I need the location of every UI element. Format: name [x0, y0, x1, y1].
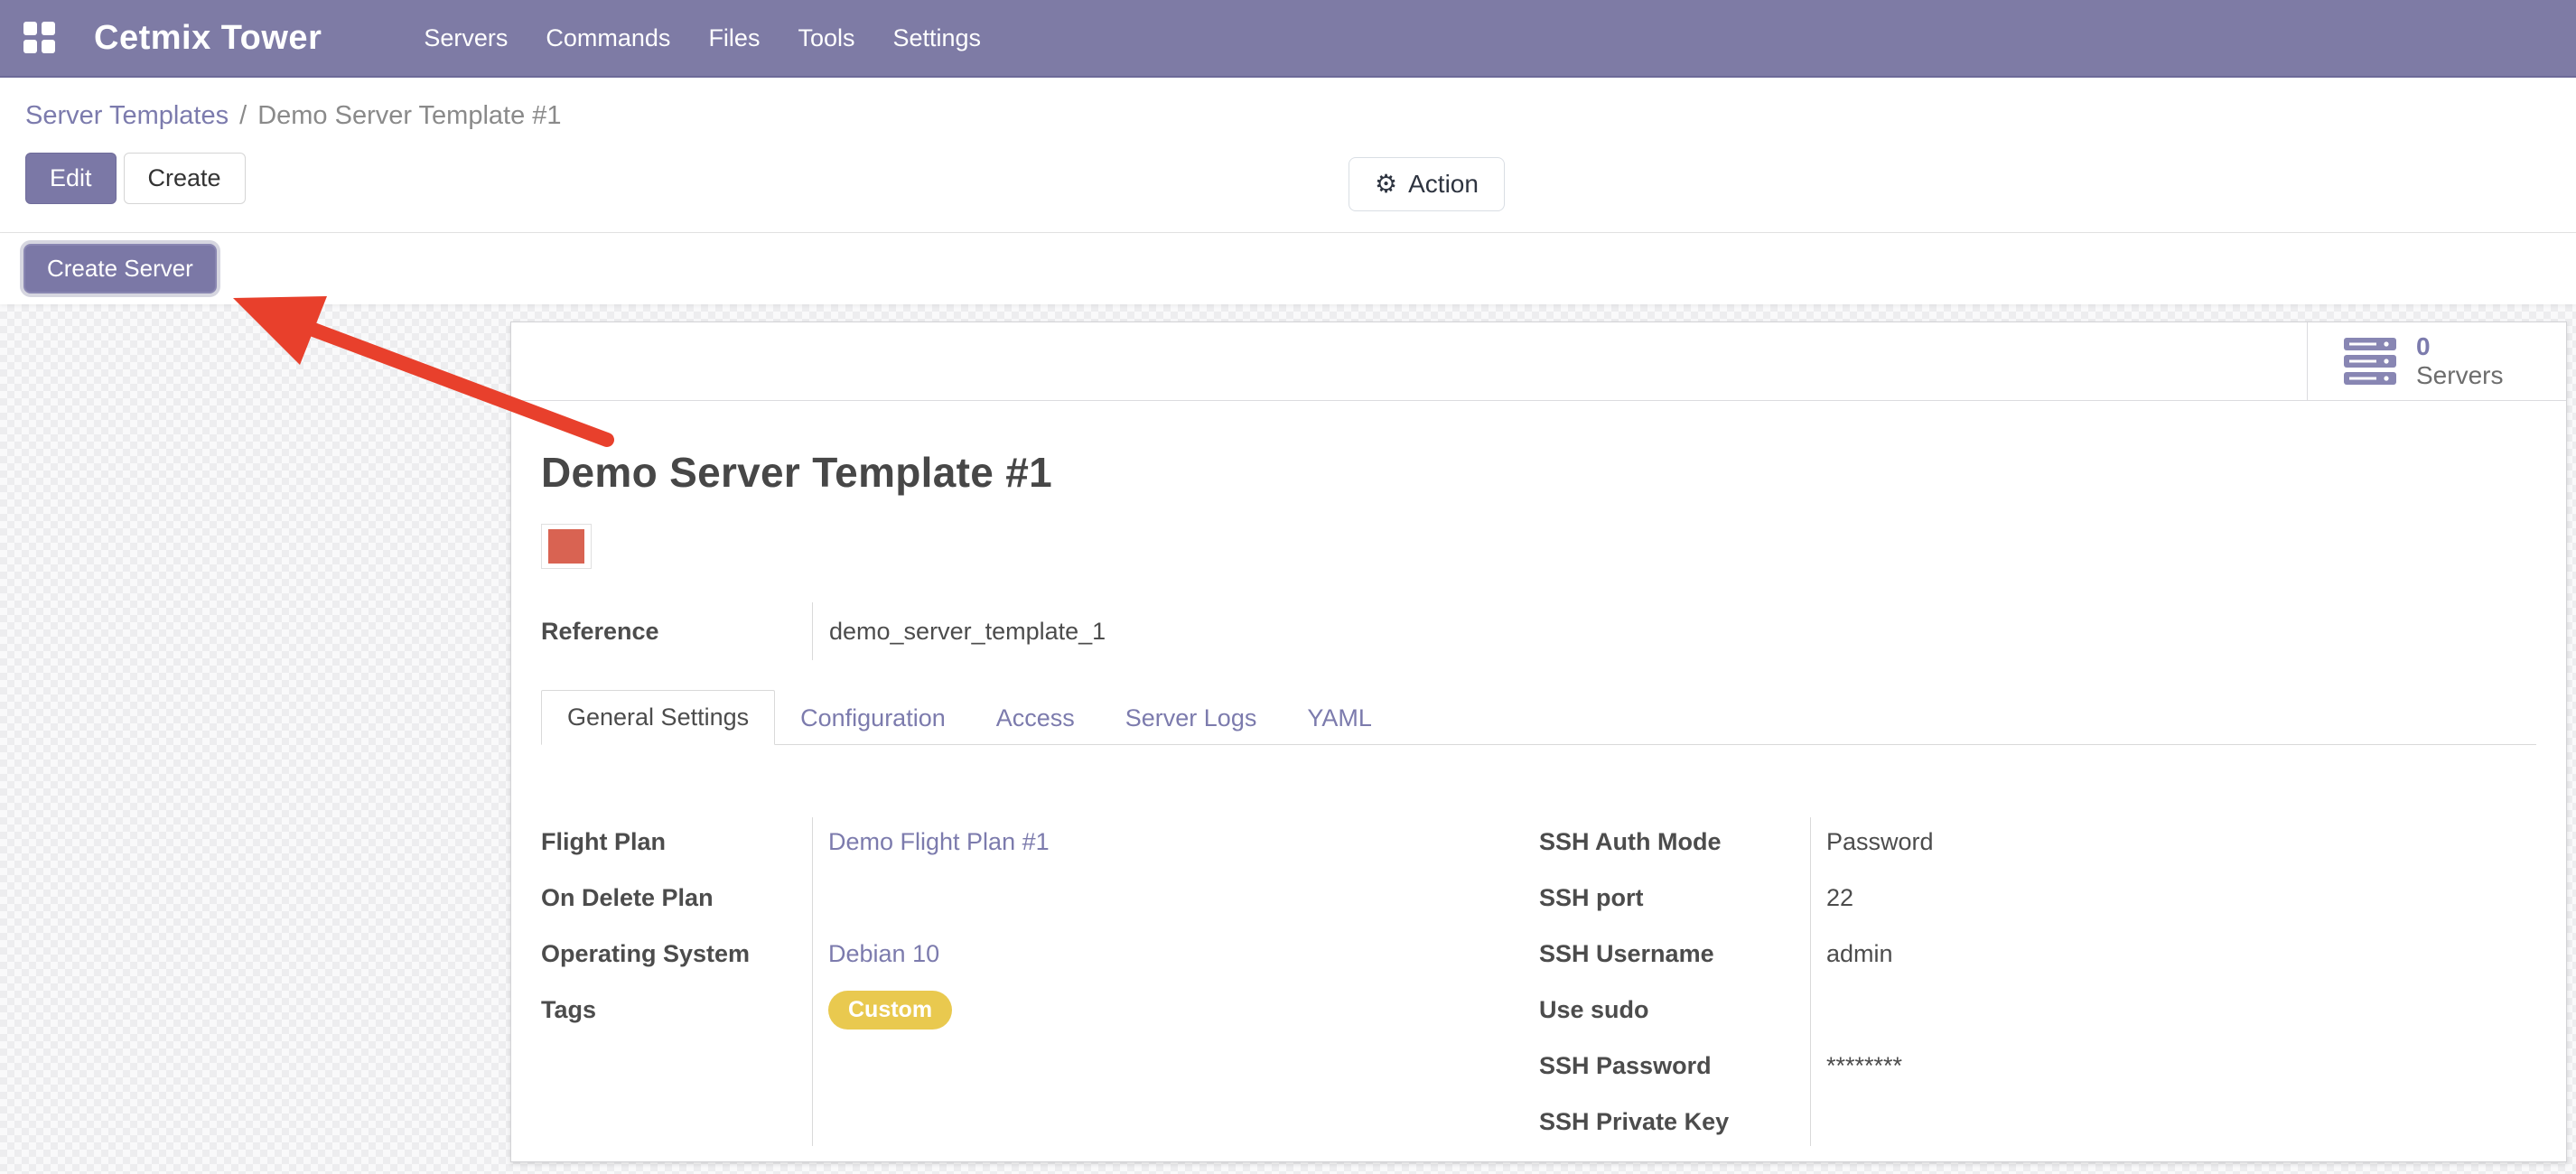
field-row-on-delete-plan: On Delete Plan: [541, 870, 1539, 926]
field-row-flight-plan: Flight Plan Demo Flight Plan #1: [541, 814, 1539, 870]
field-row-ssh-private-key: SSH Private Key: [1539, 1094, 2533, 1150]
breadcrumb-parent-link[interactable]: Server Templates: [25, 101, 229, 131]
field-groups: Flight Plan Demo Flight Plan #1 On Delet…: [541, 814, 2566, 1150]
reference-label: Reference: [541, 602, 812, 660]
operating-system-link[interactable]: Debian 10: [812, 940, 939, 968]
header-action-strip: Create Server: [0, 233, 2576, 304]
flight-plan-link[interactable]: Demo Flight Plan #1: [812, 828, 1050, 856]
menu-item-tools[interactable]: Tools: [779, 0, 873, 76]
ssh-auth-mode-value: Password: [1810, 828, 1934, 856]
breadcrumb-separator: /: [239, 101, 247, 131]
reference-value: demo_server_template_1: [812, 602, 1106, 660]
menu-item-files[interactable]: Files: [689, 0, 779, 76]
breadcrumb-current: Demo Server Template #1: [257, 101, 561, 131]
servers-count: 0: [2416, 332, 2503, 361]
form-sheet: Demo Server Template #1 Reference demo_s…: [511, 448, 2566, 1150]
field-label: SSH Username: [1539, 940, 1810, 968]
field-row-ssh-port: SSH port 22: [1539, 870, 2533, 926]
menu-item-settings[interactable]: Settings: [873, 0, 1000, 76]
create-button[interactable]: Create: [124, 153, 246, 204]
tab-access[interactable]: Access: [971, 692, 1100, 745]
field-label: SSH Auth Mode: [1539, 828, 1810, 856]
menu-item-commands[interactable]: Commands: [527, 0, 689, 76]
field-row-ssh-auth-mode: SSH Auth Mode Password: [1539, 814, 2533, 870]
ssh-password-value: ********: [1810, 1052, 1902, 1080]
servers-stat-button[interactable]: 0 Servers: [2307, 322, 2566, 400]
field-row-use-sudo: Use sudo: [1539, 982, 2533, 1038]
menu-item-servers[interactable]: Servers: [405, 0, 527, 76]
main-menu: Servers Commands Files Tools Settings: [405, 0, 1000, 76]
tab-yaml[interactable]: YAML: [1282, 692, 1397, 745]
field-label: On Delete Plan: [541, 884, 812, 912]
apps-grid-icon[interactable]: [23, 22, 56, 54]
tab-server-logs[interactable]: Server Logs: [1100, 692, 1283, 745]
color-swatch-red: [548, 529, 584, 564]
tab-general-settings[interactable]: General Settings: [541, 690, 775, 745]
field-label: Flight Plan: [541, 828, 812, 856]
action-button[interactable]: ⚙ Action: [1349, 157, 1505, 211]
field-label: SSH port: [1539, 884, 1810, 912]
field-group-right: SSH Auth Mode Password SSH port 22 SSH U…: [1539, 814, 2533, 1150]
reference-field-row: Reference demo_server_template_1: [541, 602, 1354, 660]
field-group-left: Flight Plan Demo Flight Plan #1 On Delet…: [541, 814, 1539, 1150]
field-row-operating-system: Operating System Debian 10: [541, 926, 1539, 982]
breadcrumb: Server Templates / Demo Server Template …: [25, 78, 2576, 131]
field-row-tags: Tags Custom: [541, 982, 1539, 1038]
color-picker-field: [541, 524, 592, 569]
field-label: SSH Private Key: [1539, 1108, 1810, 1136]
servers-count-label: Servers: [2416, 361, 2503, 390]
field-row-ssh-password: SSH Password ********: [1539, 1038, 2533, 1094]
form-card: 0 Servers Demo Server Template #1 Refere…: [510, 321, 2567, 1162]
record-title: Demo Server Template #1: [541, 448, 2566, 497]
field-label: Use sudo: [1539, 996, 1810, 1024]
notebook-tabs: General Settings Configuration Access Se…: [541, 690, 2536, 745]
control-panel: Server Templates / Demo Server Template …: [0, 78, 2576, 233]
edit-button[interactable]: Edit: [25, 153, 117, 204]
field-label: SSH Password: [1539, 1052, 1810, 1080]
ssh-username-value: admin: [1810, 940, 1893, 968]
top-navbar: Cetmix Tower Servers Commands Files Tool…: [0, 0, 2576, 78]
gear-icon: ⚙: [1375, 172, 1397, 197]
content-area: 0 Servers Demo Server Template #1 Refere…: [0, 304, 2576, 1174]
field-label: Operating System: [541, 940, 812, 968]
app-brand-title[interactable]: Cetmix Tower: [94, 19, 322, 58]
field-label: Tags: [541, 996, 812, 1024]
card-button-box: 0 Servers: [511, 322, 2566, 401]
tag-badge-custom: Custom: [828, 991, 952, 1030]
field-row-ssh-username: SSH Username admin: [1539, 926, 2533, 982]
action-button-label: Action: [1408, 170, 1479, 199]
tab-configuration[interactable]: Configuration: [775, 692, 971, 745]
ssh-port-value: 22: [1810, 884, 1853, 912]
create-server-button[interactable]: Create Server: [23, 244, 217, 294]
control-panel-buttons: Edit Create: [25, 153, 2576, 204]
server-stack-icon: [2344, 338, 2396, 385]
